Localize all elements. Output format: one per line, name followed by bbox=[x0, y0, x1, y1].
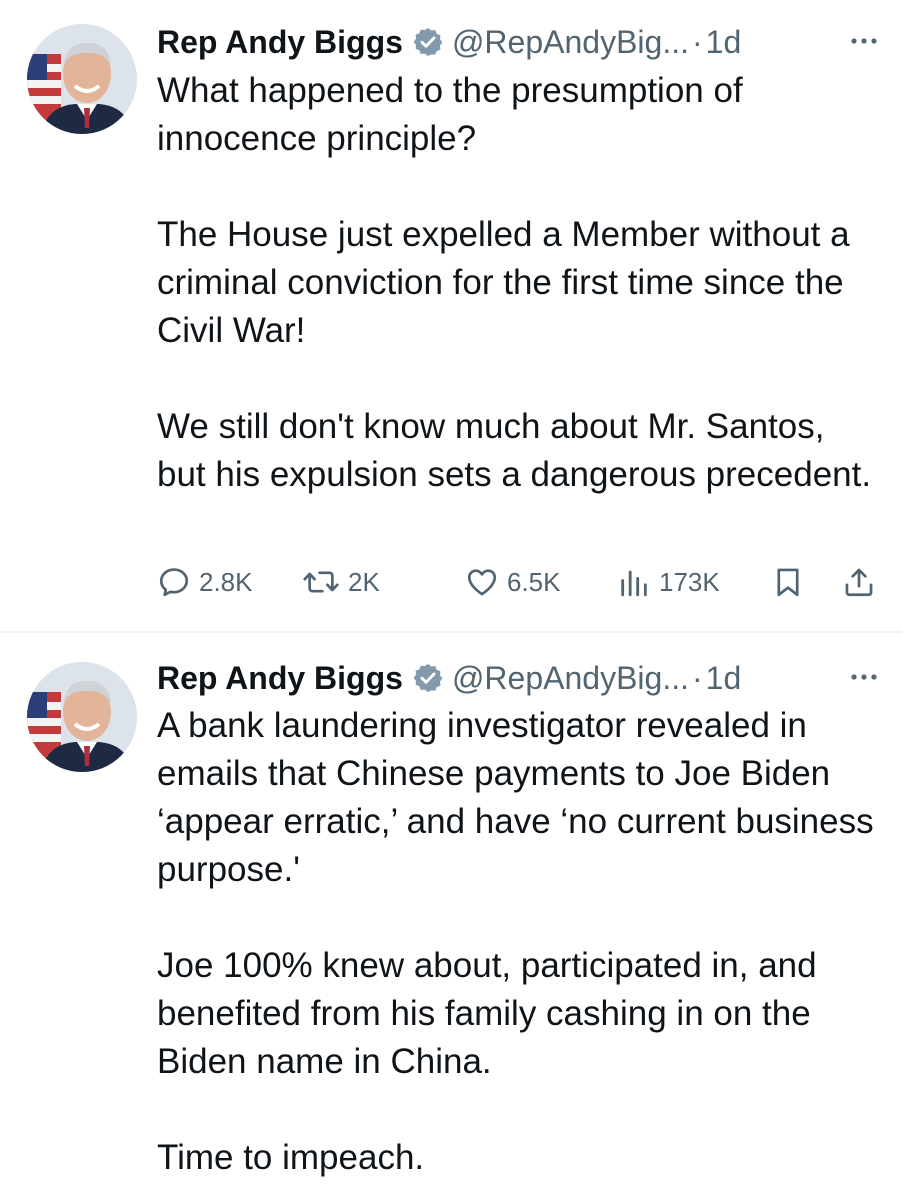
reply-count: 2.8K bbox=[199, 566, 253, 597]
repost-button[interactable]: 2K bbox=[302, 560, 380, 604]
bookmark-button[interactable] bbox=[771, 560, 805, 604]
tweet-paragraph: Joe 100% knew about, participated in, an… bbox=[157, 946, 817, 1081]
avatar-photo bbox=[27, 24, 137, 134]
tweet-paragraph: A bank laundering investigator revealed … bbox=[157, 706, 874, 889]
repost-count: 2K bbox=[348, 566, 380, 597]
timestamp[interactable]: 1d bbox=[706, 24, 742, 61]
more-options-icon[interactable] bbox=[845, 24, 883, 58]
views-button[interactable]: 173K bbox=[617, 560, 720, 604]
tweet-paragraph: We still don't know much about Mr. Santo… bbox=[157, 407, 872, 494]
repost-icon bbox=[303, 571, 339, 593]
reply-icon bbox=[159, 568, 189, 597]
tweet-paragraph: The House just expelled a Member without… bbox=[157, 215, 850, 350]
heart-icon bbox=[467, 569, 497, 596]
verified-badge-icon bbox=[412, 662, 444, 694]
display-name[interactable]: Rep Andy Biggs bbox=[157, 24, 403, 61]
separator-dot: · bbox=[691, 659, 703, 696]
tweet[interactable]: Rep Andy Biggs @RepAndyBig... · 1d What … bbox=[0, 0, 903, 632]
like-count: 6.5K bbox=[507, 566, 561, 597]
avatar[interactable] bbox=[27, 24, 137, 134]
avatar-photo bbox=[27, 662, 137, 772]
tweet-paragraph: What happened to the presumption of inno… bbox=[157, 71, 743, 158]
timestamp[interactable]: 1d bbox=[706, 660, 742, 697]
avatar[interactable] bbox=[27, 662, 137, 772]
tweet-header: Rep Andy Biggs @RepAndyBig... · 1d bbox=[157, 20, 883, 64]
handle[interactable]: @RepAndyBig... bbox=[452, 24, 689, 61]
tweet-text: A bank laundering investigator revealed … bbox=[157, 702, 877, 1182]
views-count: 173K bbox=[659, 566, 720, 597]
tweet[interactable]: Rep Andy Biggs @RepAndyBig... · 1d A ban… bbox=[0, 633, 903, 1200]
verified-badge-icon bbox=[412, 26, 444, 58]
reply-button[interactable]: 2.8K bbox=[157, 560, 253, 604]
analytics-icon bbox=[621, 570, 647, 597]
like-button[interactable]: 6.5K bbox=[465, 560, 561, 604]
display-name[interactable]: Rep Andy Biggs bbox=[157, 660, 403, 697]
tweet-header: Rep Andy Biggs @RepAndyBig... · 1d bbox=[157, 656, 883, 700]
share-button[interactable] bbox=[842, 560, 876, 604]
separator-dot: · bbox=[691, 23, 703, 60]
more-options-icon[interactable] bbox=[845, 660, 883, 694]
tweet-text: What happened to the presumption of inno… bbox=[157, 67, 877, 499]
handle[interactable]: @RepAndyBig... bbox=[452, 660, 689, 697]
tweet-actions: 2.8K 2K 6.5K 173K bbox=[157, 560, 879, 604]
bookmark-icon bbox=[777, 568, 799, 597]
share-icon bbox=[845, 568, 873, 597]
tweet-paragraph: Time to impeach. bbox=[157, 1138, 425, 1177]
